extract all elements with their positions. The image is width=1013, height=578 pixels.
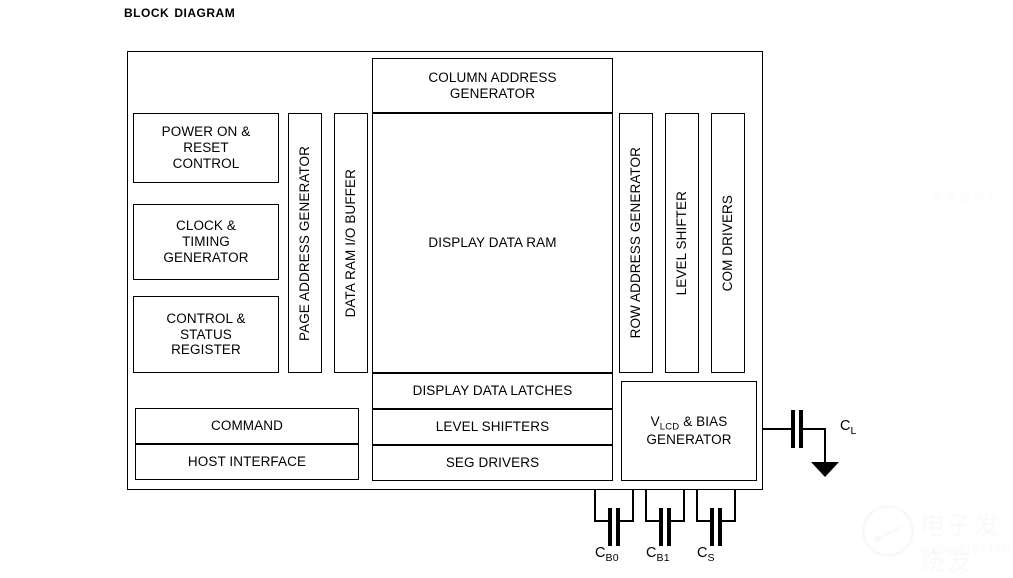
block-host-interface[interactable]: HOST INTERFACE: [135, 444, 359, 480]
block-vlcd-bias-generator[interactable]: VLCD & BIAS GENERATOR: [621, 381, 757, 481]
cs-main: C: [697, 545, 708, 561]
cl-wire-down: [824, 428, 826, 463]
cb1-plate-right: [667, 508, 671, 546]
cl-wire-left: [763, 428, 791, 430]
page-title: Block Diagram: [124, 2, 236, 21]
data-ram-io-buffer-label: DATA RAM I/O BUFFER: [343, 168, 359, 318]
watermark-chinese-small: 电子发烧友: [930, 192, 1001, 207]
cb1-main: C: [646, 545, 657, 561]
cb1-sub: B1: [656, 551, 670, 564]
capacitor-cb1-label: CB1: [646, 545, 670, 564]
cs-plate-left: [710, 508, 714, 546]
cb1-wire-right-down: [683, 490, 685, 522]
cb0-sub: B0: [605, 551, 619, 564]
block-control-status-register[interactable]: CONTROL & STATUS REGISTER: [133, 296, 279, 373]
vlcd-bias-rest: & BIAS: [679, 413, 728, 429]
capacitor-cb0-label: CB0: [595, 545, 619, 564]
block-display-data-ram[interactable]: DISPLAY DATA RAM: [372, 113, 613, 373]
block-column-address-generator[interactable]: COLUMN ADDRESS GENERATOR: [372, 58, 613, 113]
com-drivers-label: COM DRIVERS: [720, 194, 736, 292]
block-page-address-generator[interactable]: PAGE ADDRESS GENERATOR: [288, 113, 322, 373]
block-seg-drivers[interactable]: SEG DRIVERS: [372, 445, 613, 481]
block-row-address-generator[interactable]: ROW ADDRESS GENERATOR: [619, 113, 653, 373]
cs-plate-right: [718, 508, 722, 546]
ground-symbol: [811, 462, 839, 477]
page-address-generator-label: PAGE ADDRESS GENERATOR: [297, 145, 313, 341]
cl-plate-left: [791, 410, 795, 448]
cb0-plate-right: [616, 508, 620, 546]
block-display-data-latches[interactable]: DISPLAY DATA LATCHES: [372, 373, 613, 409]
capacitor-cs-label: CS: [697, 545, 715, 564]
cs-wire-right-down: [734, 490, 736, 522]
cs-sub: S: [707, 551, 715, 564]
cl-main: C: [840, 418, 851, 434]
cb0-wire-left-down: [594, 490, 596, 522]
block-power-on-reset-control[interactable]: POWER ON & RESET CONTROL: [133, 113, 279, 183]
watermark-url-text: www.elecfans.com: [920, 540, 1013, 556]
block-level-shifters[interactable]: LEVEL SHIFTERS: [372, 409, 613, 445]
block-clock-timing-generator[interactable]: CLOCK & TIMING GENERATOR: [133, 204, 279, 280]
cb0-main: C: [595, 545, 606, 561]
cl-sub: L: [850, 424, 857, 437]
level-shifter-label: LEVEL SHIFTER: [674, 190, 690, 296]
vlcd-v-label: V: [650, 413, 660, 429]
vlcd-subscript: LCD: [659, 421, 680, 433]
block-level-shifter[interactable]: LEVEL SHIFTER: [665, 113, 699, 373]
cl-wire-right: [802, 428, 826, 430]
capacitor-cl-label: CL: [840, 418, 857, 437]
cb1-plate-left: [659, 508, 663, 546]
row-address-generator-label: ROW ADDRESS GENERATOR: [628, 147, 644, 339]
cb1-wire-left-down: [645, 490, 647, 522]
cb0-wire-right-down: [632, 490, 634, 522]
watermark-chinese-text: 电子发烧友: [920, 511, 1002, 576]
cb0-plate-left: [608, 508, 612, 546]
vlcd-bias-line-2: GENERATOR: [646, 432, 732, 448]
block-command[interactable]: COMMAND: [135, 408, 359, 444]
block-com-drivers[interactable]: COM DRIVERS: [711, 113, 745, 373]
cs-wire-left-down: [696, 490, 698, 522]
watermark-logo-icon: [862, 505, 914, 557]
block-data-ram-io-buffer[interactable]: DATA RAM I/O BUFFER: [334, 113, 368, 373]
vlcd-bias-line-1: VLCD & BIAS: [651, 414, 728, 433]
